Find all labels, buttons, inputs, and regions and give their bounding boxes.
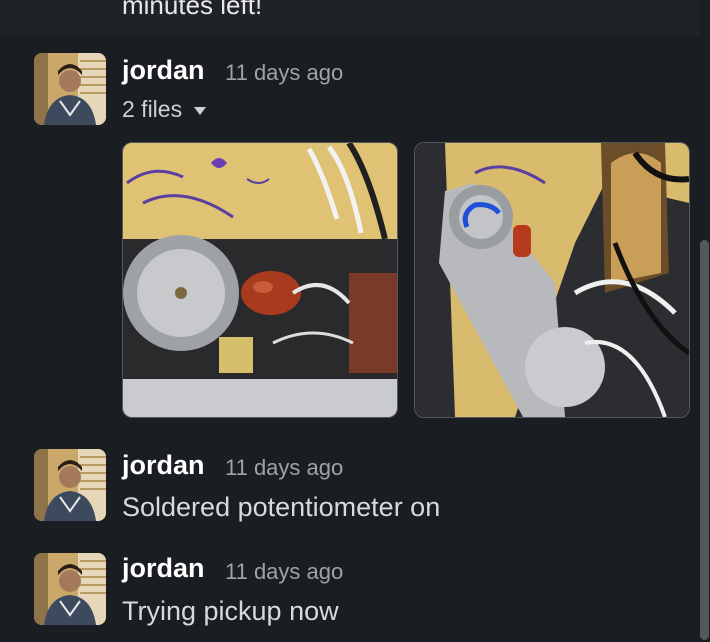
- sender-name[interactable]: jordan: [122, 553, 205, 584]
- image-attachment-2[interactable]: [414, 142, 690, 418]
- guitar-wiring-photo-2: [415, 143, 689, 417]
- sender-name[interactable]: jordan: [122, 450, 205, 481]
- sender-name[interactable]: jordan: [122, 55, 205, 86]
- chevron-down-icon: [194, 106, 207, 115]
- scrollbar-thumb[interactable]: [700, 240, 709, 640]
- avatar-image: [34, 53, 106, 125]
- previous-message-text: minutes left!: [122, 0, 263, 20]
- message-timestamp[interactable]: 11 days ago: [225, 60, 343, 86]
- avatar[interactable]: [34, 553, 106, 625]
- files-toggle-button[interactable]: 2 files: [122, 96, 207, 123]
- message-timestamp[interactable]: 11 days ago: [225, 455, 343, 481]
- message-text: Soldered potentiometer on: [122, 492, 441, 522]
- previous-message: minutes left!: [0, 0, 710, 36]
- guitar-wiring-photo-1: [123, 143, 397, 417]
- avatar-image: [34, 449, 106, 521]
- avatar-image: [34, 553, 106, 625]
- files-count-label: 2 files: [122, 96, 183, 122]
- image-attachment-1[interactable]: [122, 142, 398, 418]
- message-list: minutes left! jordan 11 days ago 2 files…: [0, 0, 710, 642]
- message-timestamp[interactable]: 11 days ago: [225, 559, 343, 585]
- avatar[interactable]: [34, 449, 106, 521]
- message-text: Trying pickup now: [122, 596, 339, 626]
- avatar[interactable]: [34, 53, 106, 125]
